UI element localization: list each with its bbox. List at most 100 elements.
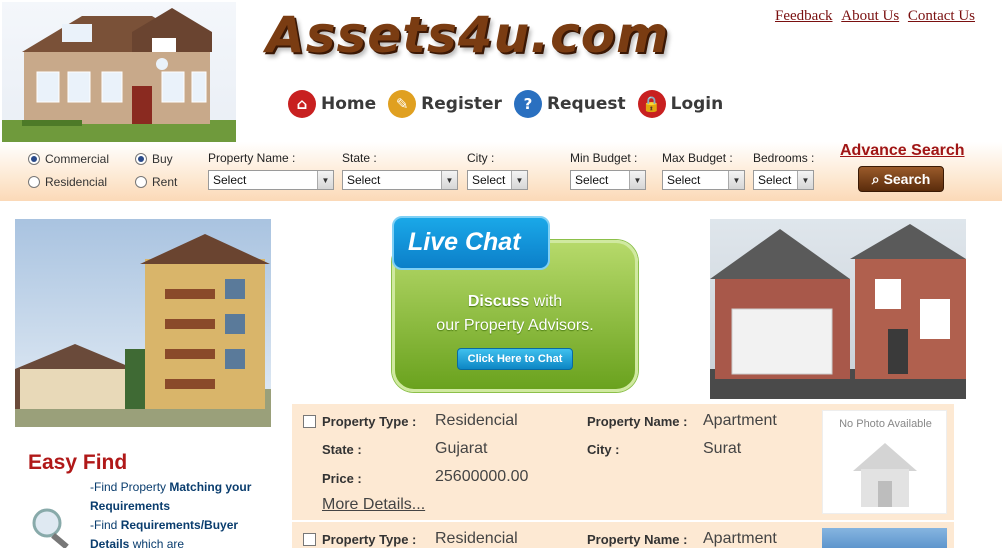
search-button[interactable]: ⌕ Search [858, 166, 944, 192]
property-name-select[interactable]: Select ▼ [208, 170, 334, 190]
feedback-link[interactable]: Feedback [775, 8, 832, 24]
item-text: Find [94, 518, 121, 532]
max-budget-select[interactable]: Select ▼ [662, 170, 745, 190]
chevron-down-icon: ▼ [511, 171, 527, 189]
live-chat-title: Live Chat [392, 216, 550, 270]
chevron-down-icon: ▼ [317, 171, 333, 189]
radio-rent-label: Rent [152, 175, 178, 189]
item-text: which are [129, 537, 185, 548]
city-label: City : [587, 442, 620, 457]
search-bar: Commercial Residencial Buy Rent Property… [0, 142, 1002, 201]
nav-home-label: Home [321, 94, 377, 114]
state-select[interactable]: Select ▼ [342, 170, 458, 190]
nav-home[interactable]: ⌂ Home [288, 90, 376, 118]
listing-checkbox[interactable] [303, 533, 316, 546]
min-budget-label: Min Budget : [570, 151, 638, 165]
radio-commercial-label: Commercial [45, 152, 110, 166]
listing-checkbox[interactable] [303, 415, 316, 428]
bedrooms-select[interactable]: Select ▼ [753, 170, 814, 190]
chevron-down-icon: ▼ [629, 171, 645, 189]
radio-buy[interactable]: Buy [135, 152, 173, 166]
property-type-label: Property Type : [322, 532, 417, 547]
radio-residencial-label: Residencial [45, 175, 108, 189]
search-icon: ⌕ [871, 170, 880, 187]
state-value: Gujarat [435, 440, 488, 457]
header-house-image [2, 2, 236, 142]
listing-card: Property Type : Residencial Property Nam… [292, 522, 954, 548]
no-photo-text: No Photo Available [839, 418, 932, 430]
main-nav: ⌂ Home ✎ Register ? Request 🔒 Login [288, 90, 723, 118]
advance-search-link[interactable]: Advance Search [840, 142, 965, 160]
magnifier-icon [25, 505, 77, 548]
chevron-down-icon: ▼ [728, 171, 744, 189]
state-label: State : [342, 151, 377, 165]
radio-dot[interactable] [135, 176, 147, 188]
city-select[interactable]: Select ▼ [467, 170, 528, 190]
easy-find-item-1[interactable]: -Find Property Matching your Requirement… [90, 478, 265, 516]
nav-request[interactable]: ? Request [513, 90, 626, 118]
nav-register[interactable]: ✎ Register [388, 90, 502, 118]
contact-us-link[interactable]: Contact Us [908, 8, 975, 24]
chat-advisors-text: our Property Advisors. [436, 317, 594, 334]
chat-discuss-text: Discuss with [392, 293, 638, 311]
page-root: { "header": { "logo_text": "Assets4u.com… [0, 0, 1002, 548]
discuss-rest: with [529, 293, 563, 310]
state-label: State : [322, 442, 362, 457]
min-budget-select[interactable]: Select ▼ [570, 170, 646, 190]
property-name-label: Property Name : [208, 151, 296, 165]
nav-request-label: Request [546, 94, 626, 114]
discuss-bold: Discuss [467, 293, 530, 310]
radio-dot[interactable] [28, 176, 40, 188]
select-value: Select [213, 173, 247, 187]
register-icon: ✎ [388, 90, 417, 118]
live-chat-banner[interactable]: Live Chat Discuss with our Property Advi… [392, 216, 638, 392]
radio-dot[interactable] [28, 153, 40, 165]
city-value: Surat [703, 440, 742, 457]
listing-card: Property Type : Residencial Property Nam… [292, 404, 954, 522]
easy-find-list: -Find Property Matching your Requirement… [90, 478, 265, 548]
property-type-value: Residencial [435, 530, 518, 547]
radio-rent[interactable]: Rent [135, 175, 177, 189]
listing-results: Property Type : Residencial Property Nam… [292, 404, 954, 548]
property-name-label: Property Name : [587, 414, 688, 429]
select-value: Select [667, 173, 701, 187]
listing-thumbnail [822, 528, 947, 548]
radio-commercial[interactable]: Commercial [28, 152, 109, 166]
radio-buy-label: Buy [152, 152, 173, 166]
price-label: Price : [322, 471, 362, 486]
more-details-link[interactable]: More Details... [322, 496, 425, 514]
price-value: 25600000.00 [435, 468, 529, 485]
no-photo-placeholder: No Photo Available [822, 410, 947, 514]
chat-button[interactable]: Click Here to Chat [457, 348, 573, 370]
nav-login-label: Login [670, 94, 724, 114]
property-type-value: Residencial [435, 412, 518, 429]
nav-register-label: Register [421, 94, 502, 114]
select-value: Select [347, 173, 381, 187]
chevron-down-icon: ▼ [441, 171, 457, 189]
radio-residencial[interactable]: Residencial [28, 175, 107, 189]
select-value: Select [575, 173, 609, 187]
search-button-label: Search [883, 171, 931, 187]
nav-login[interactable]: 🔒 Login [637, 90, 724, 118]
property-type-label: Property Type : [322, 414, 417, 429]
site-logo[interactable]: Assets4u.com [266, 6, 669, 64]
easy-find-title: Easy Find [28, 451, 128, 474]
select-value: Select [758, 173, 792, 187]
select-value: Select [472, 173, 506, 187]
item-text: Find Property [94, 480, 170, 494]
request-icon: ? [513, 90, 542, 118]
bedrooms-label: Bedrooms : [753, 151, 815, 165]
brick-house-image [710, 219, 966, 399]
max-budget-label: Max Budget : [662, 151, 733, 165]
house-placeholder-icon [853, 443, 917, 507]
about-us-link[interactable]: About Us [841, 8, 899, 24]
radio-dot[interactable] [135, 153, 147, 165]
property-name-value: Apartment [703, 530, 777, 547]
city-label: City : [467, 151, 495, 165]
chevron-down-icon: ▼ [797, 171, 813, 189]
top-links: Feedback About Us Contact Us [770, 8, 975, 25]
apartment-building-image [15, 219, 271, 427]
easy-find-item-2[interactable]: -Find Requirements/Buyer Details which a… [90, 516, 265, 548]
home-icon: ⌂ [288, 90, 316, 118]
property-name-value: Apartment [703, 412, 777, 429]
